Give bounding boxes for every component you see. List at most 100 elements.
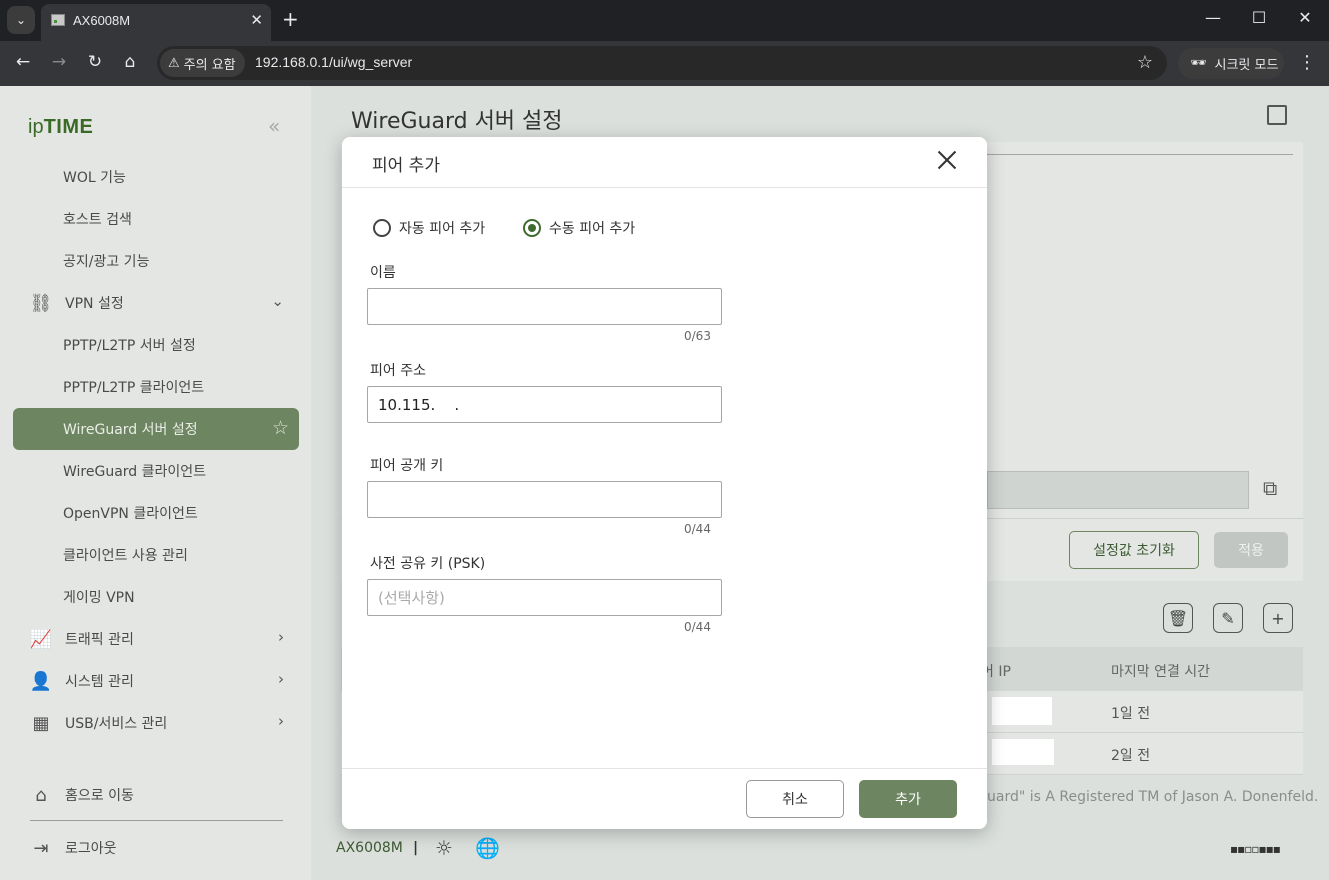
iptime-logo[interactable]: ipTIME [28, 116, 93, 139]
radio-auto-label: 자동 피어 추가 [399, 221, 486, 237]
forward-icon[interactable]: → [47, 52, 71, 74]
radio-auto-peer[interactable]: 자동 피어 추가 [373, 218, 485, 238]
sidebar-item-label: USB/서비스 관리 [65, 716, 168, 732]
last-connection-value: 2일 전 [1111, 748, 1151, 764]
browser-tab[interactable]: AX6008M ✕ [41, 4, 271, 41]
reset-settings-button[interactable]: 설정값 초기화 [1069, 531, 1199, 569]
plus-icon[interactable]: + [282, 8, 299, 30]
warning-icon: ⚠ [168, 55, 180, 71]
home-icon: ⌂ [35, 785, 47, 806]
user-admin-icon: 👤 [29, 671, 53, 692]
column-last-connection: 마지막 연결 시간 [1111, 664, 1211, 680]
minimize-icon[interactable]: — [1198, 8, 1228, 27]
cancel-button[interactable]: 취소 [746, 780, 844, 818]
sidebar-item-label: VPN 설정 [65, 296, 124, 312]
model-name: AX6008M [336, 840, 403, 856]
last-connection-value: 1일 전 [1111, 706, 1151, 722]
browser-toolbar: ← → ↻ ⌂ ⚠ 주의 요함 192.168.0.1/ui/wg_server… [0, 41, 1329, 86]
sidebar-item-label: 시스템 관리 [65, 674, 134, 690]
sidebar-item-pptp-server[interactable]: PPTP/L2TP 서버 설정 [13, 324, 299, 366]
sidebar-item-traffic[interactable]: 📈 트래픽 관리 › [13, 618, 299, 660]
sidebar-item-label: 호스트 검색 [63, 212, 132, 228]
browser-tabbar: ⌄ AX6008M ✕ + — ☐ ✕ [0, 0, 1329, 41]
maximize-icon[interactable]: ☐ [1244, 8, 1274, 27]
trash-icon[interactable]: 🗑 [1163, 603, 1193, 633]
dialog-header-divider [342, 187, 987, 188]
sidebar-item-pptp-client[interactable]: PPTP/L2TP 클라이언트 [13, 366, 299, 408]
logo-time: TIME [43, 116, 94, 138]
redacted-ip [992, 739, 1054, 765]
theme-sun-icon[interactable]: ☼ [435, 836, 453, 860]
sidebar-item-notice[interactable]: 공지/광고 기능 [13, 240, 299, 282]
warning-label: 주의 요함 [183, 57, 236, 73]
sidebar-item-openvpn-client[interactable]: OpenVPN 클라이언트 [13, 492, 299, 534]
sidebar-item-label: PPTP/L2TP 클라이언트 [63, 380, 205, 396]
favorite-star-icon[interactable]: ☆ [272, 417, 289, 439]
kebab-menu-icon[interactable]: ⋮ [1298, 52, 1316, 73]
sidebar-item-label: 트래픽 관리 [65, 632, 134, 648]
star-icon[interactable]: ☆ [1137, 52, 1153, 73]
name-input[interactable] [367, 288, 722, 325]
chevron-right-icon: › [278, 670, 284, 688]
sidebar-item-wireguard-client[interactable]: WireGuard 클라이언트 [13, 450, 299, 492]
close-icon[interactable] [935, 148, 959, 172]
name-label: 이름 [370, 265, 396, 281]
copy-icon[interactable]: ⧉ [1263, 476, 1277, 500]
sidebar-item-wireguard-server[interactable]: WireGuard 서버 설정 ☆ [13, 408, 299, 450]
sidebar-item-client-usage[interactable]: 클라이언트 사용 관리 [13, 534, 299, 576]
reload-icon[interactable]: ↻ [83, 52, 107, 74]
public-key-counter: 0/44 [684, 522, 711, 536]
sidebar-item-label: OpenVPN 클라이언트 [63, 506, 198, 522]
layout-grid-icon[interactable]: ▪▪▫▫▪▪▪ [1230, 842, 1281, 856]
chevron-right-icon: › [278, 712, 284, 730]
security-warning-chip[interactable]: ⚠ 주의 요함 [160, 49, 245, 77]
radio-manual-peer[interactable]: 수동 피어 추가 [523, 218, 635, 238]
sidebar-item-host-search[interactable]: 호스트 검색 [13, 198, 299, 240]
psk-input[interactable] [367, 579, 722, 616]
window-close-icon[interactable]: ✕ [1290, 8, 1320, 27]
home-icon[interactable]: ⌂ [118, 52, 142, 74]
home-label: 홈으로 이동 [65, 788, 134, 804]
logout-icon: ⇥ [33, 838, 49, 859]
close-icon[interactable]: ✕ [250, 11, 263, 29]
sidebar-item-label: 클라이언트 사용 관리 [63, 548, 188, 564]
logout-label: 로그아웃 [65, 841, 117, 857]
language-globe-icon[interactable]: 🌐 [475, 836, 500, 860]
incognito-icon: 🕶 [1190, 56, 1207, 71]
psk-label: 사전 공유 키 (PSK) [370, 556, 486, 572]
add-peer-plus-icon[interactable]: + [1263, 603, 1293, 633]
add-button[interactable]: 추가 [859, 780, 957, 818]
sidebar-item-label: PPTP/L2TP 서버 설정 [63, 338, 196, 354]
radio-checked-icon [523, 219, 541, 237]
back-icon[interactable]: ← [11, 52, 35, 74]
server-public-key-field[interactable] [987, 471, 1249, 509]
edit-icon[interactable]: ✎ [1213, 603, 1243, 633]
sidebar-item-gaming-vpn[interactable]: 게이밍 VPN [13, 576, 299, 618]
sidebar-home-link[interactable]: ⌂ 홈으로 이동 [13, 774, 299, 816]
share-icon[interactable] [1267, 105, 1287, 125]
logo-ip: ip [28, 116, 44, 138]
sidebar-item-system[interactable]: 👤 시스템 관리 › [13, 660, 299, 702]
address-bar[interactable]: ⚠ 주의 요함 192.168.0.1/ui/wg_server ☆ [157, 46, 1167, 80]
incognito-badge[interactable]: 🕶 시크릿 모드 [1178, 48, 1284, 79]
sidebar-logout-link[interactable]: ⇥ 로그아웃 [13, 827, 299, 869]
sidebar-item-usb-service[interactable]: ▦ USB/서비스 관리 › [13, 702, 299, 744]
sidebar-item-label: 게이밍 VPN [63, 590, 135, 606]
radio-unchecked-icon [373, 219, 391, 237]
sidebar-item-label: WOL 기능 [63, 170, 126, 186]
sidebar-item-vpn[interactable]: ⛓ VPN 설정 ⌄ [13, 282, 299, 324]
peer-address-input[interactable] [367, 386, 722, 423]
trademark-notice: uard" is A Registered TM of Jason A. Don… [987, 789, 1319, 805]
vpn-network-icon: ⛓ [29, 293, 53, 314]
page-title: WireGuard 서버 설정 [351, 109, 563, 134]
url-text[interactable]: 192.168.0.1/ui/wg_server [255, 54, 412, 70]
dialog-footer-divider [342, 768, 987, 769]
tab-list-icon[interactable]: ⌄ [7, 6, 35, 34]
dialog-title: 피어 추가 [372, 156, 440, 176]
collapse-sidebar-icon[interactable]: « [268, 114, 280, 138]
apply-button[interactable]: 적용 [1214, 532, 1288, 568]
public-key-input[interactable] [367, 481, 722, 518]
sidebar-divider [30, 820, 283, 821]
sidebar: ipTIME « WOL 기능 호스트 검색 공지/광고 기능 ⛓ VPN 설정… [0, 86, 311, 880]
sidebar-item-wol[interactable]: WOL 기능 [13, 156, 299, 198]
